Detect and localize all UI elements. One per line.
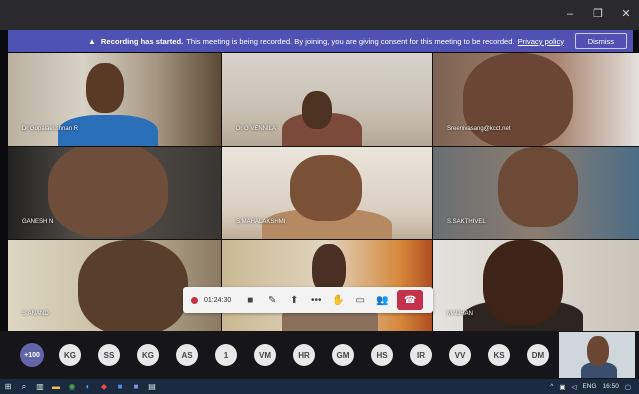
task-view-icon[interactable]: ▥: [32, 379, 48, 394]
file-explorer-icon[interactable]: ▬: [48, 379, 64, 394]
edge-icon[interactable]: ◐: [80, 379, 96, 394]
participant-name: Dr G VENNILA: [236, 126, 277, 132]
participant-name: S.SAKTHIVEL: [447, 219, 486, 225]
more-icon[interactable]: •••: [305, 290, 327, 310]
participant-avatar[interactable]: DM: [527, 344, 549, 366]
notification-icon[interactable]: ▢: [625, 383, 631, 391]
participant-tile[interactable]: S.SAKTHIVEL: [433, 147, 639, 239]
self-view-video[interactable]: [559, 332, 635, 378]
chat-icon[interactable]: ▭: [349, 290, 371, 310]
recording-indicator-icon: [191, 296, 198, 304]
network-icon[interactable]: ▣: [559, 383, 565, 391]
search-icon[interactable]: ⌕: [16, 379, 32, 394]
banner-text: This meeting is being recorded. By joini…: [186, 36, 515, 46]
banner-bold-text: Recording has started.: [100, 36, 184, 46]
mic-off-icon[interactable]: ✎: [261, 290, 283, 310]
participant-tile[interactable]: S MAHALAKSHMI: [222, 147, 432, 239]
windows-taskbar: ⊞ ⌕ ▥ ▬ ◉ ◐ ◆ ■ ■ ▤ ^ ▣ ◁ ENG 16:50 ▢: [0, 379, 639, 394]
participant-name: Dr Gopalakrishnan R: [22, 126, 79, 132]
participant-bar: +100 KG SS KG AS 1 VM HR GM HS IR VV KS …: [0, 331, 639, 379]
acrobat-icon[interactable]: ◆: [96, 379, 112, 394]
participant-avatar[interactable]: GM: [332, 344, 354, 366]
participant-avatar[interactable]: HS: [371, 344, 393, 366]
participant-name: MADHAN: [447, 311, 474, 317]
participant-avatar[interactable]: IR: [410, 344, 432, 366]
language-indicator[interactable]: ENG: [582, 383, 596, 390]
system-tray: ^ ▣ ◁ ENG 16:50 ▢: [550, 379, 631, 394]
participants-icon[interactable]: 👥: [371, 290, 393, 310]
participant-name: S MAHALAKSHMI: [236, 219, 286, 225]
participant-avatar[interactable]: KG: [137, 344, 159, 366]
chrome-icon[interactable]: ◉: [64, 379, 80, 394]
participant-name: Sreenivasang@kcct.net: [447, 126, 511, 132]
dismiss-button[interactable]: Dismiss: [574, 33, 627, 49]
teams-icon[interactable]: ■: [128, 379, 144, 394]
share-icon[interactable]: ⬆: [283, 290, 305, 310]
window-title-bar: – ❐ ✕: [0, 0, 639, 30]
raise-hand-icon[interactable]: ✋: [327, 290, 349, 310]
participant-avatar[interactable]: AS: [176, 344, 198, 366]
participant-avatar[interactable]: 1: [215, 344, 237, 366]
minimize-button[interactable]: –: [563, 7, 577, 21]
recording-banner: ▲ Recording has started. This meeting is…: [8, 30, 633, 52]
participant-avatar[interactable]: HR: [293, 344, 315, 366]
clock[interactable]: 16:50: [603, 383, 619, 390]
meeting-controls: 01:24:30 ■ ✎ ⬆ ••• ✋ ▭ 👥 ☎: [183, 287, 433, 313]
participant-tile[interactable]: [222, 240, 432, 331]
participant-tile[interactable]: S.ANAND: [8, 240, 221, 331]
participant-avatar[interactable]: KS: [488, 344, 510, 366]
participant-name: S.ANAND: [22, 311, 49, 317]
privacy-policy-link[interactable]: Privacy policy: [518, 37, 564, 46]
warning-icon: ▲: [88, 36, 96, 46]
restore-button[interactable]: ❐: [591, 7, 605, 21]
participant-avatar[interactable]: VV: [449, 344, 471, 366]
participant-tile[interactable]: Dr G VENNILA: [222, 53, 432, 146]
participant-name: GANESH N: [22, 219, 54, 225]
chevron-up-icon[interactable]: ^: [550, 383, 553, 390]
word-icon[interactable]: ■: [112, 379, 128, 394]
participant-avatar[interactable]: VM: [254, 344, 276, 366]
participant-tile[interactable]: MADHAN: [433, 240, 639, 331]
more-participants-button[interactable]: +100: [20, 343, 44, 367]
participant-tile[interactable]: Sreenivasang@kcct.net: [433, 53, 639, 146]
windows-start-icon[interactable]: ⊞: [0, 379, 16, 394]
notepad-icon[interactable]: ▤: [144, 379, 160, 394]
window-controls: – ❐ ✕: [563, 7, 633, 21]
close-button[interactable]: ✕: [619, 7, 633, 21]
meeting-timer: 01:24:30: [204, 296, 232, 304]
participant-avatar[interactable]: KG: [59, 344, 81, 366]
camera-icon[interactable]: ■: [239, 290, 261, 310]
hang-up-icon[interactable]: ☎: [397, 290, 424, 310]
participant-avatar[interactable]: SS: [98, 344, 120, 366]
participant-tile[interactable]: Dr Gopalakrishnan R: [8, 53, 221, 146]
participant-tile[interactable]: GANESH N: [8, 147, 221, 239]
volume-icon[interactable]: ◁: [571, 383, 576, 391]
